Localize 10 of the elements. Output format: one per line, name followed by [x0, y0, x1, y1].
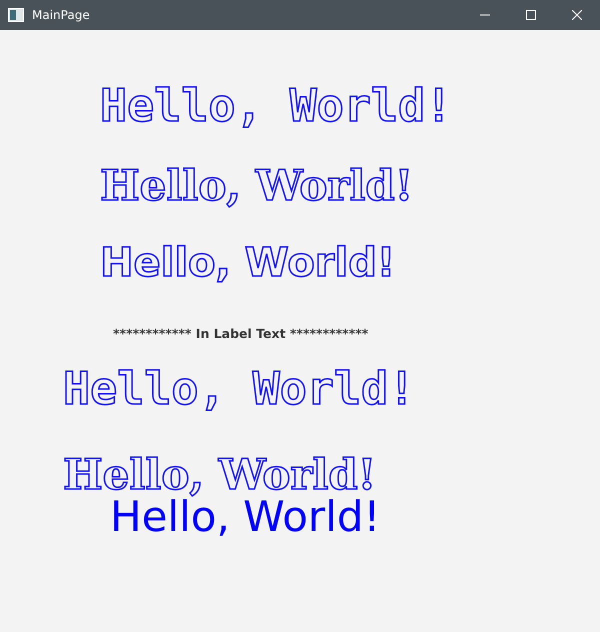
outlined-text: Hello, World! [63, 450, 376, 499]
app-icon [8, 8, 24, 22]
window-title: MainPage [32, 8, 91, 22]
outlined-text: Hello, World! [100, 80, 452, 132]
outlined-text: Hello, World! [63, 363, 416, 415]
outlined-text: Hello, World! [100, 162, 414, 210]
maximize-icon [526, 10, 536, 20]
label-text: ************ In Label Text ************ [113, 326, 368, 342]
close-icon [572, 10, 582, 20]
outlined-text: Hello, World! [100, 240, 396, 286]
